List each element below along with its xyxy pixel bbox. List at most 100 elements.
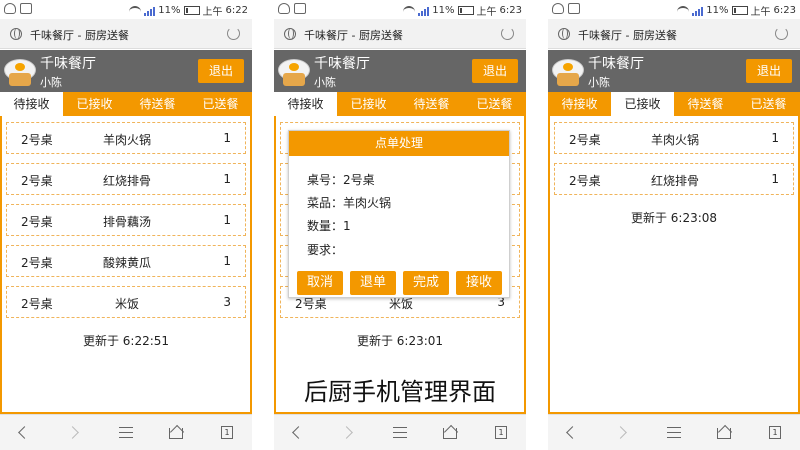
tab-3[interactable]: 待送餐 — [674, 92, 737, 116]
back-icon[interactable] — [566, 426, 579, 439]
cloud-icon — [552, 3, 564, 14]
refresh-icon[interactable] — [227, 27, 240, 40]
browser-address-bar[interactable]: 千味餐厅 - 厨房送餐 — [0, 19, 252, 49]
order-row[interactable]: 2号桌 米饭 3 — [6, 286, 246, 318]
back-icon[interactable] — [18, 426, 31, 439]
app-header: 千味餐厅小陈 退出 — [274, 50, 526, 92]
order-row[interactable]: 2号桌 羊肉火锅 1 — [6, 122, 246, 154]
home-icon[interactable] — [169, 428, 183, 439]
status-time: 6:22 — [225, 5, 248, 16]
order-quantity: 1 — [223, 213, 231, 227]
tab-2[interactable]: 已接收 — [63, 92, 126, 116]
signal-icon — [144, 6, 156, 16]
order-dish-name: 米饭 — [114, 297, 139, 311]
last-updated-text: 更新于 6:22:51 — [82, 334, 170, 348]
user-name: 小陈 — [314, 76, 336, 89]
globe-icon — [284, 28, 296, 40]
wifi-icon — [129, 5, 142, 16]
restaurant-name: 千味餐厅 — [314, 56, 370, 72]
cloud-icon — [278, 3, 290, 14]
order-dish-name: 羊肉火锅 — [102, 133, 151, 147]
dialog-quantity: 数量：1 — [307, 219, 351, 233]
last-updated-text: 更新于 6:23:01 — [356, 334, 444, 348]
home-icon[interactable] — [717, 428, 731, 439]
tab-2[interactable]: 已接收 — [611, 92, 674, 116]
forward-icon[interactable] — [340, 426, 353, 439]
tab-2[interactable]: 已接收 — [337, 92, 400, 116]
order-quantity: 1 — [223, 131, 231, 145]
browser-address-bar[interactable]: 千味餐厅 - 厨房送餐 — [548, 19, 800, 49]
browser-page-title[interactable]: 千味餐厅 - 厨房送餐 — [304, 27, 403, 43]
status-time: 6:23 — [499, 5, 522, 16]
order-row[interactable]: 2号桌 羊肉火锅 1 — [554, 122, 794, 154]
restaurant-logo-icon — [552, 54, 584, 88]
user-name: 小陈 — [588, 76, 610, 89]
order-quantity: 1 — [223, 172, 231, 186]
status-bar: 11% 上午 6:22 — [0, 0, 252, 19]
order-status-tabs: 待接收 已接收 待送餐 已送餐 — [274, 92, 526, 116]
logout-button[interactable]: 退出 — [472, 59, 518, 83]
app-header: 千味餐厅小陈 退出 — [0, 50, 252, 92]
tabs-count-icon[interactable]: 1 — [495, 426, 507, 439]
tab-4[interactable]: 已送餐 — [463, 92, 526, 116]
accept-button[interactable]: 接收 — [456, 271, 502, 295]
status-icons-left — [278, 3, 306, 14]
order-quantity: 1 — [771, 131, 779, 145]
forward-icon[interactable] — [66, 426, 79, 439]
tab-1[interactable]: 待接收 — [274, 92, 337, 116]
browser-address-bar[interactable]: 千味餐厅 - 厨房送餐 — [274, 19, 526, 49]
order-process-dialog: 点单处理 桌号：2号桌 菜品：羊肉火锅 数量：1 要求： 取消 退单 完成 接收 — [288, 130, 510, 298]
tab-4[interactable]: 已送餐 — [737, 92, 800, 116]
tabs-count-icon[interactable]: 1 — [769, 426, 781, 439]
tab-1[interactable]: 待接收 — [0, 92, 63, 116]
dialog-dish-name: 菜品：羊肉火锅 — [307, 196, 392, 210]
last-updated-text: 更新于 6:23:08 — [630, 211, 718, 225]
order-row[interactable]: 2号桌 红烧排骨 1 — [554, 163, 794, 195]
home-icon[interactable] — [443, 428, 457, 439]
order-status-tabs: 待接收 已接收 待送餐 已送餐 — [0, 92, 252, 116]
order-row[interactable]: 2号桌 排骨藕汤 1 — [6, 204, 246, 236]
tab-3[interactable]: 待送餐 — [126, 92, 189, 116]
refresh-icon[interactable] — [775, 27, 788, 40]
refresh-icon[interactable] — [501, 27, 514, 40]
logout-button[interactable]: 退出 — [198, 59, 244, 83]
browser-page-title[interactable]: 千味餐厅 - 厨房送餐 — [578, 27, 677, 43]
tabs-count-icon[interactable]: 1 — [221, 426, 233, 439]
tab-3[interactable]: 待送餐 — [400, 92, 463, 116]
logout-button[interactable]: 退出 — [746, 59, 792, 83]
browser-page-title[interactable]: 千味餐厅 - 厨房送餐 — [30, 27, 129, 43]
phone-screen-1: 11% 上午 6:22 千味餐厅 - 厨房送餐千味餐厅小陈 退出待接收 已接收 待送餐 已送餐… — [0, 0, 252, 450]
complete-button[interactable]: 完成 — [403, 271, 449, 295]
signal-icon — [692, 6, 704, 16]
battery-icon — [183, 6, 200, 15]
order-list: 2号桌 羊肉火锅 1 2号桌 红烧排骨 1 — [554, 122, 794, 204]
menu-icon[interactable] — [119, 427, 133, 438]
order-status-tabs: 待接收 已接收 待送餐 已送餐 — [548, 92, 800, 116]
restaurant-logo-icon — [4, 54, 36, 88]
tab-4[interactable]: 已送餐 — [189, 92, 252, 116]
dialog-table-number: 桌号：2号桌 — [307, 173, 375, 187]
image-icon — [568, 3, 580, 14]
battery-icon — [731, 6, 748, 15]
order-row[interactable]: 2号桌 酸辣黄瓜 1 — [6, 245, 246, 277]
restaurant-name: 千味餐厅 — [40, 56, 96, 72]
refund-button[interactable]: 退单 — [350, 271, 396, 295]
image-icon — [294, 3, 306, 14]
cancel-button[interactable]: 取消 — [297, 271, 343, 295]
phone-screen-3: 11% 上午 6:23 千味餐厅 - 厨房送餐 千味餐厅 小陈 退出 待接收 已接收 待送餐 已送餐… — [548, 0, 800, 450]
tab-1[interactable]: 待接收 — [548, 92, 611, 116]
dialog-title: 点单处理 — [289, 131, 509, 156]
menu-icon[interactable] — [667, 427, 681, 438]
battery-percent: 11% — [158, 5, 181, 16]
signal-icon — [418, 6, 430, 16]
menu-icon[interactable] — [393, 427, 407, 438]
order-row[interactable]: 2号桌 红烧排骨 1 — [6, 163, 246, 195]
browser-nav-bar: 1 — [274, 414, 526, 450]
user-name: 小陈 — [40, 76, 62, 89]
back-icon[interactable] — [292, 426, 305, 439]
order-dish-name: 红烧排骨 — [102, 174, 151, 188]
browser-nav-bar: 1 — [548, 414, 800, 450]
order-content-panel: 2号桌 羊肉火锅 1 2号桌 红烧排骨 1 更新于 6:23:08 — [548, 116, 800, 414]
forward-icon[interactable] — [614, 426, 627, 439]
time-period: 上午 — [476, 7, 497, 18]
